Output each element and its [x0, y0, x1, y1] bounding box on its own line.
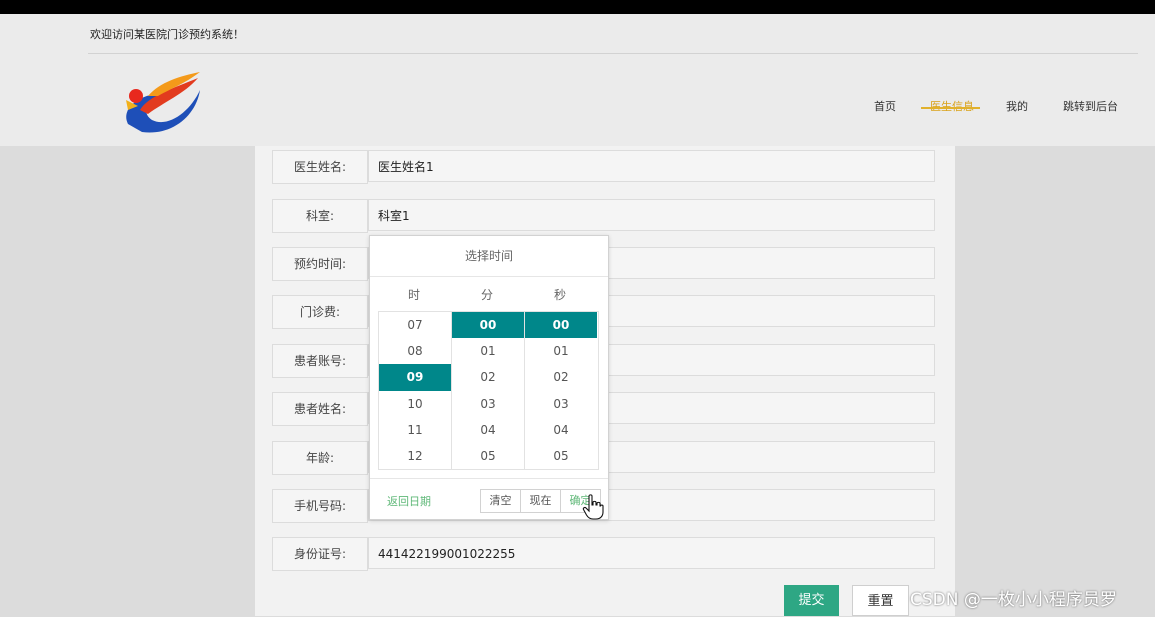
- reset-button[interactable]: 重置: [852, 585, 909, 616]
- hour-option[interactable]: 12: [379, 443, 451, 469]
- label-id-number: 身份证号:: [272, 537, 368, 571]
- nav-active-underline: [921, 107, 980, 109]
- department-input[interactable]: 科室1: [368, 199, 935, 231]
- hour-option[interactable]: 11: [379, 417, 451, 443]
- second-option[interactable]: 05: [525, 443, 597, 469]
- doctor-name-input[interactable]: 医生姓名1: [368, 150, 935, 182]
- label-age: 年龄:: [272, 441, 368, 475]
- hospital-logo-icon: [126, 72, 200, 133]
- second-option-selected[interactable]: 00: [525, 312, 597, 339]
- clear-button[interactable]: 清空: [481, 490, 521, 512]
- second-option[interactable]: 04: [525, 417, 597, 443]
- welcome-text: 欢迎访问某医院门诊预约系统！: [90, 28, 244, 41]
- nav-mine[interactable]: 我的: [1006, 98, 1028, 114]
- minute-option[interactable]: 01: [452, 338, 524, 364]
- second-option[interactable]: 03: [525, 391, 597, 417]
- minute-option[interactable]: 02: [452, 364, 524, 390]
- second-option[interactable]: 02: [525, 364, 597, 390]
- time-picker-title: 选择时间: [370, 236, 608, 277]
- minute-option[interactable]: 05: [452, 443, 524, 469]
- hour-option[interactable]: 10: [379, 391, 451, 417]
- top-black-bar: [0, 0, 1155, 14]
- second-option[interactable]: 01: [525, 338, 597, 364]
- minute-column-header: 分: [480, 288, 493, 302]
- minute-option-selected[interactable]: 00: [452, 312, 524, 339]
- second-list[interactable]: 00 01 02 03 04 05: [525, 312, 597, 469]
- label-phone: 手机号码:: [272, 489, 368, 523]
- hand-cursor-icon: [582, 494, 604, 520]
- csdn-watermark: CSDN @一枚小小程序员罗: [910, 590, 1117, 610]
- second-column-header: 秒: [553, 288, 566, 302]
- now-button[interactable]: 现在: [521, 490, 561, 512]
- back-to-date-link[interactable]: 返回日期: [387, 493, 431, 509]
- label-patient-account: 患者账号:: [272, 344, 368, 378]
- submit-button[interactable]: 提交: [784, 585, 839, 616]
- header-divider: [88, 53, 1138, 54]
- label-patient-name: 患者姓名:: [272, 392, 368, 426]
- minute-list[interactable]: 00 01 02 03 04 05: [452, 312, 525, 469]
- site-header: 欢迎访问某医院门诊预约系统！ 首页 医生信息 我的 跳转到后台: [0, 14, 1155, 146]
- label-appointment-time: 预约时间:: [272, 247, 368, 281]
- nav-admin[interactable]: 跳转到后台: [1063, 98, 1118, 114]
- hour-list[interactable]: 07 08 09 10 11 12: [379, 312, 452, 469]
- time-picker-footer: 返回日期 清空 现在 确定: [370, 478, 608, 519]
- time-lists: 07 08 09 10 11 12 00 01 02 03 04 05 00 0…: [378, 311, 599, 470]
- minute-option[interactable]: 04: [452, 417, 524, 443]
- nav-home[interactable]: 首页: [874, 98, 896, 114]
- hour-column-header: 时: [407, 288, 420, 302]
- hour-option[interactable]: 08: [379, 338, 451, 364]
- label-fee: 门诊费:: [272, 295, 368, 329]
- label-doctor-name: 医生姓名:: [272, 150, 368, 184]
- nav-doctor-info[interactable]: 医生信息: [930, 98, 974, 114]
- time-picker-popup: 选择时间 时 分 秒 07 08 09 10 11 12 00 01 02 03…: [369, 235, 609, 520]
- hour-option-selected[interactable]: 09: [379, 364, 451, 391]
- id-number-input[interactable]: 441422199001022255: [368, 537, 935, 569]
- hour-option[interactable]: 07: [379, 312, 451, 338]
- minute-option[interactable]: 03: [452, 391, 524, 417]
- label-department: 科室:: [272, 199, 368, 233]
